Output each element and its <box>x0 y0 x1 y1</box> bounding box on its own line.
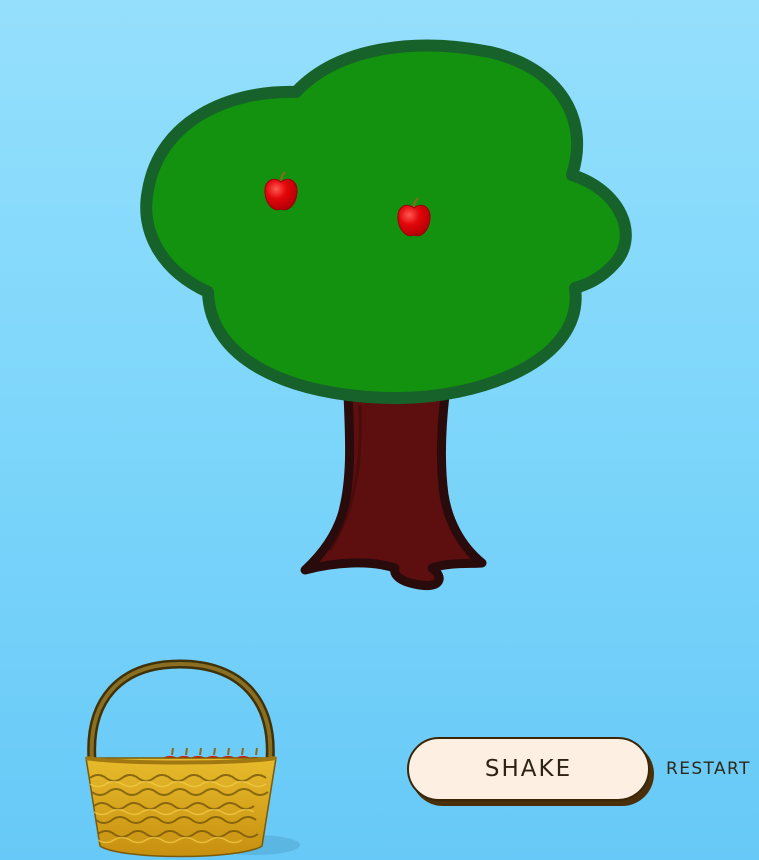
tree-trunk <box>300 390 487 591</box>
tree-canopy <box>140 39 632 405</box>
basket <box>85 659 277 858</box>
game-scene <box>85 39 632 858</box>
restart-button[interactable]: RESTART <box>666 757 758 781</box>
shake-button[interactable]: SHAKE <box>407 737 650 801</box>
